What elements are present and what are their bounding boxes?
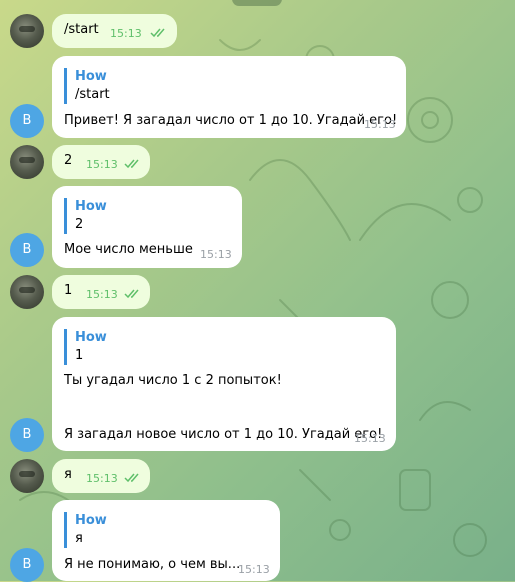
bot-avatar[interactable]: В [10,233,44,267]
reply-author: How [75,199,107,214]
message-time: 15:13 [86,288,118,301]
reply-quote[interactable]: How 1 [64,329,107,365]
message-time: 15:13 [86,472,118,485]
user-avatar[interactable] [10,145,44,179]
message-text: 2 [64,153,73,168]
message-text: 1 [64,283,73,298]
message-text: Привет! Я загадал число от 1 до 10. Угад… [64,113,398,128]
incoming-message[interactable]: How я Я не понимаю, о чем вы... 15:13 [52,500,280,581]
reply-text: я [75,531,83,546]
outgoing-message[interactable]: я 15:13 [52,459,150,493]
reply-author: How [75,513,107,528]
reply-quote[interactable]: How /start [64,68,110,104]
reply-quote[interactable]: How 2 [64,198,107,234]
reply-author: How [75,69,107,84]
reply-text: 1 [75,348,84,363]
message-time: 15:13 [86,158,118,171]
double-check-icon [124,473,139,483]
message-text: я [64,467,72,482]
outgoing-message[interactable]: 2 15:13 [52,145,150,179]
incoming-message[interactable]: How /start Привет! Я загадал число от 1 … [52,56,406,138]
double-check-icon [124,159,139,169]
reply-quote[interactable]: How я [64,512,107,548]
message-text: Ты угадал число 1 с 2 попыток! [64,373,282,388]
outgoing-message[interactable]: 1 15:13 [52,275,150,309]
user-avatar[interactable] [10,275,44,309]
message-text: /start [64,22,99,37]
bot-avatar[interactable]: В [10,548,44,582]
message-text: Я не понимаю, о чем вы... [64,557,241,572]
reply-text: /start [75,87,110,102]
bot-avatar[interactable]: В [10,418,44,452]
outgoing-message[interactable]: /start 15:13 [52,14,177,48]
reply-author: How [75,330,107,345]
message-time: 15:13 [354,432,386,445]
user-avatar[interactable] [10,459,44,493]
double-check-icon [124,289,139,299]
user-avatar[interactable] [10,14,44,48]
bot-avatar[interactable]: В [10,104,44,138]
incoming-message[interactable]: How 2 Мое число меньше 15:13 [52,186,242,268]
message-time: 15:13 [200,248,232,261]
message-text-second: Я загадал новое число от 1 до 10. Угадай… [64,427,383,442]
date-pill [232,0,282,6]
message-text: Мое число меньше [64,242,193,257]
message-time: 15:13 [364,118,396,131]
double-check-icon [150,28,165,38]
reply-text: 2 [75,217,84,232]
message-time: 15:13 [238,563,270,576]
incoming-message[interactable]: How 1 Ты угадал число 1 с 2 попыток! Я з… [52,317,396,451]
message-time: 15:13 [110,27,142,40]
